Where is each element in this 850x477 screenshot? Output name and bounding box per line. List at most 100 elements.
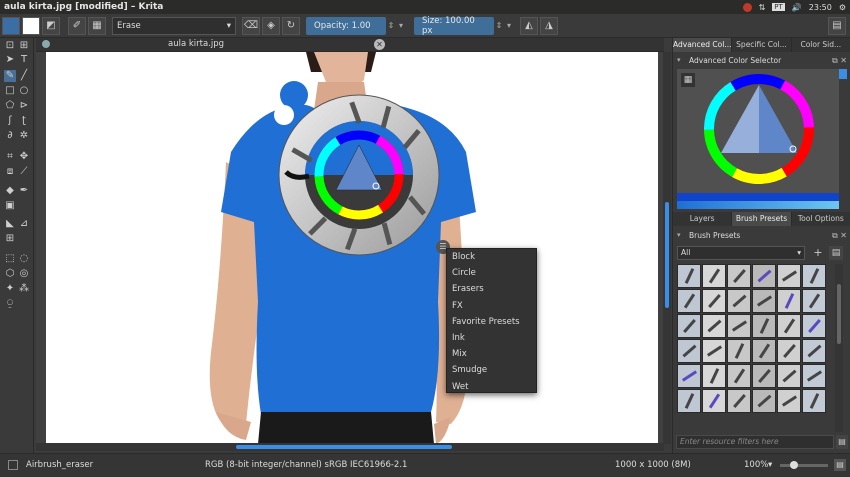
menu-item-smudge[interactable]: Smudge [447, 362, 536, 378]
brush-preset-thumbnail[interactable] [752, 389, 776, 413]
background-color-swatch[interactable] [22, 16, 40, 35]
canvas-area[interactable]: ☰ [36, 52, 664, 444]
brush-preset-thumbnail[interactable] [752, 314, 776, 338]
gradient-tool-icon[interactable]: ▣ [4, 200, 16, 212]
tab-specific-color[interactable]: Specific Col... [732, 38, 792, 52]
brush-preset-thumbnail[interactable] [727, 289, 751, 313]
brush-preset-thumbnail[interactable] [802, 389, 826, 413]
tag-select[interactable]: All ▾ [677, 246, 805, 260]
pattern-icon[interactable]: ▦ [88, 16, 106, 35]
grid-tool-icon[interactable]: ⊞ [4, 233, 16, 245]
tag-menu-icon[interactable]: ▤ [829, 246, 843, 260]
menu-item-circle[interactable]: Circle [447, 265, 536, 281]
opacity-spin-icon[interactable]: ⇕ [386, 21, 396, 30]
crop-tool-icon[interactable]: ⌗ [4, 151, 16, 163]
dynamic-brush-icon[interactable]: ∂ [4, 130, 16, 142]
clock[interactable]: 23:50 [809, 3, 832, 12]
size-spin-icon[interactable]: ⇕ [494, 21, 504, 30]
polygon-select-icon[interactable]: ⬡ [4, 268, 16, 280]
vertical-scrollbar[interactable] [663, 52, 671, 444]
brush-preset-thumbnail[interactable] [702, 289, 726, 313]
size-chevron-icon[interactable]: ▾ [504, 21, 514, 30]
freehand-path-icon[interactable]: ʈ [18, 115, 30, 127]
brush-preset-thumbnail[interactable] [802, 364, 826, 388]
polyline-tool-icon[interactable]: ⊳ [18, 100, 30, 112]
brush-preset-thumbnail[interactable] [777, 264, 801, 288]
toolbox-float-icon[interactable]: ⊞ [18, 40, 30, 52]
color-wheel[interactable] [701, 71, 817, 187]
horizontal-scroll-thumb[interactable] [236, 445, 452, 449]
workspace-icon[interactable]: ▤ [828, 16, 846, 35]
brush-preset-thumbnail[interactable] [727, 339, 751, 363]
assistant-tool-icon[interactable]: ◣ [4, 218, 16, 230]
opacity-slider[interactable]: Opacity: 1.00 [306, 16, 386, 35]
brush-preset-thumbnail[interactable] [727, 264, 751, 288]
gradient-icon[interactable]: ✐ [68, 16, 86, 35]
mirror-vertical-icon[interactable]: ◮ [540, 16, 558, 35]
preserve-alpha-icon[interactable]: ◈ [262, 16, 280, 35]
brush-preset-thumbnail[interactable] [702, 314, 726, 338]
brush-preset-thumbnail[interactable] [777, 289, 801, 313]
freehand-brush-icon[interactable]: ✎ [4, 70, 16, 82]
brush-preset-thumbnail[interactable] [677, 264, 701, 288]
brush-preset-thumbnail[interactable] [752, 364, 776, 388]
color-picker-icon[interactable]: ✒ [18, 185, 30, 197]
rect-select-icon[interactable]: ⬚ [4, 253, 16, 265]
resource-filter-input[interactable]: Enter resource filters here [676, 435, 834, 449]
fill-tool-icon[interactable]: ◆ [4, 185, 16, 197]
menu-item-erasers[interactable]: Erasers [447, 281, 536, 297]
brush-preset-thumbnail[interactable] [752, 264, 776, 288]
reference-tool-icon[interactable]: ⊿ [18, 218, 30, 230]
size-slider[interactable]: Size: 100.00 px [414, 16, 494, 36]
mirror-horizontal-icon[interactable]: ◭ [520, 16, 538, 35]
hue-bar[interactable] [677, 193, 839, 201]
brush-preset-thumbnail[interactable] [727, 314, 751, 338]
float-docker-icon[interactable]: ⧉ ✕ [832, 229, 847, 242]
polygon-tool-icon[interactable]: ⬠ [4, 100, 16, 112]
select-shape-icon[interactable]: ➤ [4, 54, 16, 66]
brush-preset-thumbnail[interactable] [677, 339, 701, 363]
brush-preset-thumbnail[interactable] [677, 314, 701, 338]
menu-item-ink[interactable]: Ink [447, 330, 536, 346]
rectangle-tool-icon[interactable]: □ [4, 85, 16, 97]
ellipse-tool-icon[interactable]: ○ [18, 85, 30, 97]
move-tool-icon[interactable]: ✥ [18, 151, 30, 163]
brush-preset-select[interactable]: Erase ▾ [112, 16, 236, 35]
brush-preset-thumbnail[interactable] [802, 264, 826, 288]
shade-bar[interactable] [677, 201, 839, 209]
freehand-select-icon[interactable]: ◎ [18, 268, 30, 280]
similar-select-icon[interactable]: ⁂ [18, 283, 30, 295]
tab-color-sliders[interactable]: Color Sid... [791, 38, 850, 52]
power-icon[interactable]: ⚙ [839, 3, 846, 12]
brush-preset-thumbnail[interactable] [802, 314, 826, 338]
zoom-chevron-icon[interactable]: ▾ [768, 460, 772, 470]
vertical-scroll-thumb[interactable] [665, 202, 669, 308]
brush-preset-thumbnail[interactable] [727, 389, 751, 413]
brush-preset-thumbnail[interactable] [752, 289, 776, 313]
text-tool-icon[interactable]: T [18, 54, 30, 66]
color-scroll-thumb[interactable] [839, 69, 847, 79]
transform-tool-icon[interactable]: ⧈ [4, 166, 16, 178]
keyboard-layout[interactable]: PT [772, 3, 785, 11]
document-tab-title[interactable]: aula kirta.jpg [168, 39, 224, 49]
preset-scrollbar[interactable] [835, 264, 843, 432]
close-tab-icon[interactable]: ✕ [374, 39, 385, 50]
record-icon[interactable] [742, 2, 752, 12]
menu-item-favorite-presets[interactable]: Favorite Presets [447, 314, 536, 330]
horizontal-scrollbar[interactable] [36, 443, 664, 451]
bezier-tool-icon[interactable]: ʃ [4, 115, 16, 127]
menu-item-fx[interactable]: FX [447, 298, 536, 314]
collapse-icon[interactable]: ▾ [677, 229, 681, 242]
popup-palette[interactable] [264, 80, 454, 270]
opacity-chevron-icon[interactable]: ▾ [396, 21, 406, 30]
brush-preset-thumbnail[interactable] [752, 339, 776, 363]
menu-item-block[interactable]: Block [447, 249, 536, 265]
toolbox-menu-icon[interactable]: ⊡ [4, 40, 16, 52]
contiguous-select-icon[interactable]: ✦ [4, 283, 16, 295]
color-settings-icon[interactable]: ▦ [681, 73, 695, 87]
tab-layers[interactable]: Layers [673, 212, 733, 226]
brush-preset-thumbnail[interactable] [702, 339, 726, 363]
zoom-slider[interactable] [780, 461, 828, 469]
menu-item-wet[interactable]: Wet [447, 379, 536, 395]
tab-tool-options[interactable]: Tool Options [791, 212, 850, 226]
